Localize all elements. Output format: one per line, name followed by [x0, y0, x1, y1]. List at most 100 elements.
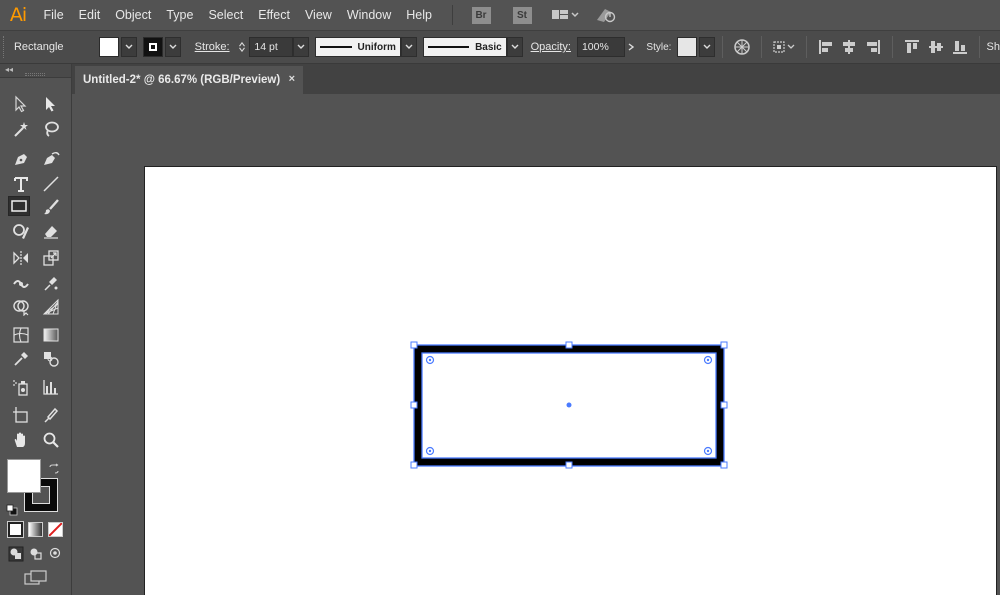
stroke-weight-stepper[interactable]	[236, 37, 250, 57]
menu-window[interactable]: Window	[339, 8, 398, 22]
document-tab[interactable]: Untitled-2* @ 66.67% (RGB/Preview) ×	[75, 66, 303, 94]
align-bottom-icon[interactable]	[950, 36, 970, 58]
symbol-sprayer-tool-icon[interactable]	[10, 377, 32, 397]
document-tab-title: Untitled-2* @ 66.67% (RGB/Preview)	[83, 74, 281, 86]
scale-tool-icon[interactable]	[40, 248, 62, 268]
column-graph-tool-icon[interactable]	[40, 377, 62, 397]
pen-tool-icon[interactable]	[10, 149, 32, 169]
handle-middle-left[interactable]	[410, 401, 418, 409]
type-tool-icon[interactable]	[10, 174, 32, 194]
blend-tool-icon[interactable]	[40, 349, 62, 369]
direct-selection-tool-icon[interactable]	[40, 94, 62, 114]
collapse-icon[interactable]: ◂◂	[5, 65, 13, 74]
align-top-icon[interactable]	[902, 36, 922, 58]
corner-widget-top-left[interactable]	[425, 355, 435, 365]
swap-fill-stroke-icon[interactable]	[48, 460, 60, 479]
opacity-field[interactable]: 100%	[576, 37, 625, 57]
fill-color-box[interactable]	[7, 459, 41, 493]
color-mode-button[interactable]	[7, 521, 24, 538]
graphic-style-swatch[interactable]	[677, 37, 698, 57]
gradient-tool-icon[interactable]	[40, 325, 62, 345]
opacity-expand-button[interactable]	[625, 37, 639, 57]
menu-file[interactable]: File	[36, 8, 71, 22]
brush-definition-dropdown[interactable]	[506, 37, 523, 57]
stroke-weight-dropdown[interactable]	[293, 37, 309, 57]
eraser-tool-icon[interactable]	[40, 221, 62, 241]
fill-swatch[interactable]	[99, 37, 120, 57]
draw-normal-icon[interactable]	[8, 546, 24, 566]
panel-grip[interactable]	[25, 73, 45, 76]
corner-widget-bottom-left[interactable]	[425, 446, 435, 456]
stock-button[interactable]: St	[512, 6, 532, 24]
default-fill-stroke-icon[interactable]	[6, 501, 18, 520]
stroke-color-dropdown[interactable]	[164, 37, 181, 57]
brush-preview-line	[427, 46, 470, 48]
handle-middle-right[interactable]	[720, 401, 728, 409]
close-tab-icon[interactable]: ×	[289, 73, 295, 85]
handle-top-right[interactable]	[720, 341, 728, 349]
zoom-tool-icon[interactable]	[40, 430, 62, 450]
corner-widget-bottom-right[interactable]	[703, 446, 713, 456]
slice-tool-icon[interactable]	[40, 405, 62, 425]
selected-rectangle[interactable]	[408, 339, 730, 472]
app-logo[interactable]: Ai	[0, 4, 36, 26]
recolor-artwork-icon[interactable]	[732, 36, 752, 58]
curvature-tool-icon[interactable]	[40, 149, 62, 169]
align-left-icon[interactable]	[816, 36, 836, 58]
reflect-tool-icon[interactable]	[10, 248, 32, 268]
variable-width-profile[interactable]: Uniform	[314, 37, 401, 57]
change-screen-mode-icon[interactable]	[24, 570, 48, 590]
gradient-mode-button[interactable]	[28, 522, 43, 537]
draw-inside-icon[interactable]	[48, 546, 64, 566]
puppet-warp-tool-icon[interactable]	[40, 273, 62, 293]
bridge-button[interactable]: Br	[471, 6, 491, 24]
shape-builder-tool-icon[interactable]	[10, 297, 32, 317]
align-vertical-center-icon[interactable]	[926, 36, 946, 58]
mesh-tool-icon[interactable]	[10, 325, 32, 345]
shape-properties-label[interactable]: Sh	[986, 41, 999, 53]
corner-widget-top-right[interactable]	[703, 355, 713, 365]
perspective-grid-tool-icon[interactable]	[40, 297, 62, 317]
handle-bottom-left[interactable]	[410, 461, 418, 469]
stroke-label[interactable]: Stroke:	[189, 41, 236, 53]
align-right-icon[interactable]	[863, 36, 883, 58]
draw-behind-icon[interactable]	[28, 546, 44, 566]
menu-edit[interactable]: Edit	[71, 8, 108, 22]
align-horizontal-center-icon[interactable]	[839, 36, 859, 58]
eyedropper-tool-icon[interactable]	[10, 349, 32, 369]
handle-bottom-right[interactable]	[720, 461, 728, 469]
menu-help[interactable]: Help	[399, 8, 440, 22]
paintbrush-tool-icon[interactable]	[40, 197, 62, 217]
none-mode-button[interactable]	[48, 522, 63, 537]
center-point[interactable]	[566, 402, 572, 408]
gpu-performance-icon[interactable]	[595, 6, 619, 24]
fill-dropdown[interactable]	[121, 37, 137, 57]
stroke-swatch[interactable]	[142, 37, 163, 57]
menu-object[interactable]: Object	[108, 8, 159, 22]
menu-view[interactable]: View	[297, 8, 339, 22]
stroke-weight-field[interactable]: 14 pt	[249, 37, 294, 57]
menu-select[interactable]: Select	[201, 8, 251, 22]
selection-tool-icon[interactable]	[10, 94, 32, 114]
lasso-tool-icon[interactable]	[40, 119, 62, 139]
canvas-area[interactable]	[72, 94, 1000, 595]
rectangle-tool-icon[interactable]	[8, 196, 30, 216]
tools-panel-header[interactable]: ◂◂	[0, 64, 71, 78]
handle-bottom-center[interactable]	[565, 461, 573, 469]
artboard-tool-icon[interactable]	[10, 405, 32, 425]
align-to-selection-icon[interactable]	[771, 36, 797, 58]
hand-tool-icon[interactable]	[10, 430, 32, 450]
menu-type[interactable]: Type	[159, 8, 201, 22]
graphic-style-dropdown[interactable]	[699, 37, 716, 57]
brush-definition[interactable]: Basic	[422, 37, 507, 57]
opacity-label[interactable]: Opacity:	[525, 41, 577, 53]
handle-top-center[interactable]	[565, 341, 573, 349]
arrange-documents-icon[interactable]	[551, 8, 579, 22]
handle-top-left[interactable]	[410, 341, 418, 349]
shaper-tool-icon[interactable]	[10, 221, 32, 241]
menu-effect[interactable]: Effect	[251, 8, 298, 22]
magic-wand-tool-icon[interactable]	[10, 119, 32, 139]
width-tool-icon[interactable]	[10, 273, 32, 293]
variable-width-dropdown[interactable]	[400, 37, 417, 57]
line-segment-tool-icon[interactable]	[40, 174, 62, 194]
